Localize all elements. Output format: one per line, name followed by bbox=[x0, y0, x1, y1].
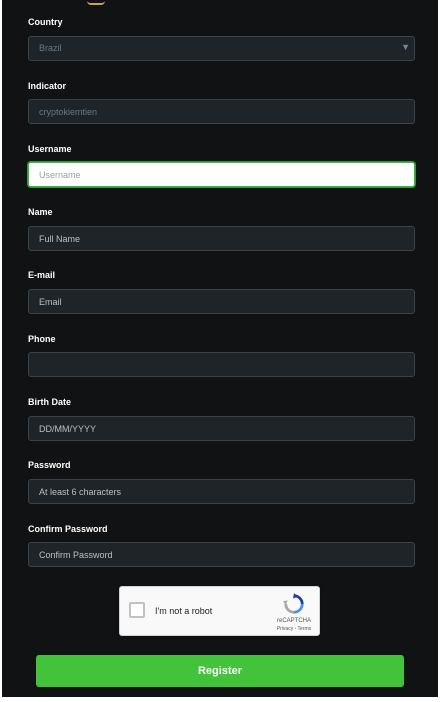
recaptcha-widget: I'm not a robot reCAPTCHA Privacy - Term… bbox=[119, 586, 320, 636]
chevron-down-icon: ▼ bbox=[401, 42, 410, 52]
phone-field[interactable] bbox=[28, 352, 415, 377]
birth-date-field[interactable] bbox=[28, 416, 415, 441]
password-field[interactable] bbox=[28, 479, 415, 504]
phone-label: Phone bbox=[28, 334, 56, 344]
indicator-label: Indicator bbox=[28, 81, 67, 91]
country-select[interactable]: Brazil ▼ bbox=[28, 36, 415, 61]
country-value: Brazil bbox=[28, 36, 415, 61]
recaptcha-links[interactable]: Privacy - Terms bbox=[270, 626, 318, 632]
name-label: Name bbox=[28, 207, 53, 217]
recaptcha-icon bbox=[283, 593, 304, 614]
recaptcha-label: I'm not a robot bbox=[155, 606, 213, 616]
recaptcha-checkbox[interactable] bbox=[129, 602, 145, 618]
email-field[interactable] bbox=[28, 289, 415, 314]
email-label: E-mail bbox=[28, 270, 56, 280]
confirm-password-field[interactable] bbox=[28, 542, 415, 567]
username-label: Username bbox=[28, 144, 72, 154]
password-label: Password bbox=[28, 460, 71, 470]
top-accent-mark bbox=[87, 0, 105, 5]
birth-date-label: Birth Date bbox=[28, 397, 72, 407]
username-field[interactable] bbox=[28, 162, 415, 187]
recaptcha-brand: reCAPTCHA bbox=[276, 618, 311, 624]
name-field[interactable] bbox=[28, 226, 415, 251]
confirm-password-label: Confirm Password bbox=[28, 524, 108, 534]
indicator-field[interactable] bbox=[28, 99, 415, 124]
country-label: Country bbox=[28, 17, 63, 27]
register-button[interactable]: Register bbox=[36, 655, 404, 687]
